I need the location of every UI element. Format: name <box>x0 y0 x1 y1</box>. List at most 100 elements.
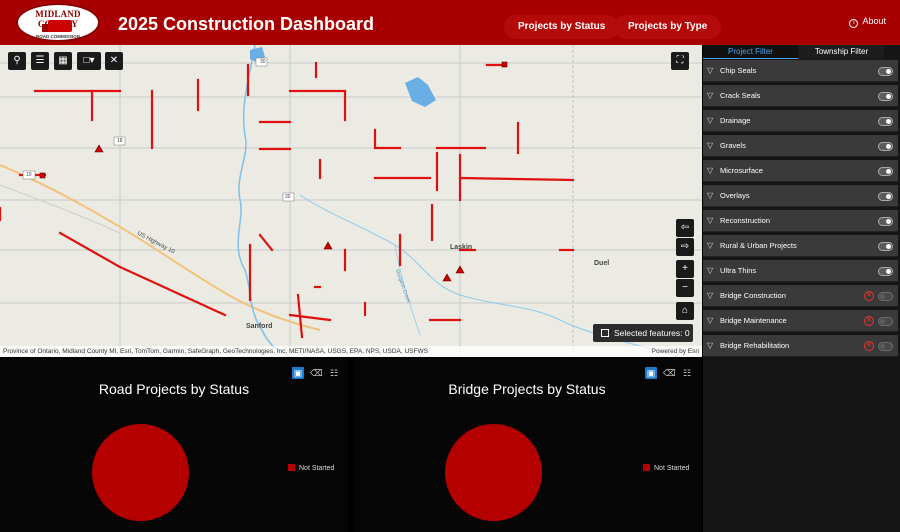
filter-row[interactable]: ▽ Ultra Thins <box>703 260 898 282</box>
clear-selection-icon[interactable]: ✕ <box>105 52 123 70</box>
filter-toggle[interactable] <box>878 117 893 126</box>
filter-toggle[interactable] <box>878 267 893 276</box>
about-button[interactable]: i About <box>849 16 886 28</box>
filter-label: Drainage <box>720 116 751 125</box>
legend-label: Not Started <box>654 465 690 472</box>
layers-icon[interactable]: ☰ <box>31 52 49 70</box>
selection-icon <box>601 329 609 337</box>
select-tool-icon[interactable]: □▾ <box>77 52 101 70</box>
filter-label: Gravels <box>720 141 746 150</box>
selected-features-button[interactable]: Selected features: 0 <box>593 324 693 342</box>
filter-icon: ▽ <box>707 91 714 100</box>
info-icon: i <box>849 19 859 28</box>
filter-label: Chip Seals <box>720 66 757 75</box>
filter-row[interactable]: ▽ Chip Seals <box>703 60 898 82</box>
filter-icon: ▽ <box>707 266 714 275</box>
zoom-in-button[interactable]: + <box>676 260 694 278</box>
filter-row[interactable]: ▽ Drainage <box>703 110 898 132</box>
filter-toggle[interactable] <box>878 342 893 351</box>
road-projects-chart: ▣ ⌫ ☷ Road Projects by Status Not Started <box>0 358 348 532</box>
filter-toggle[interactable] <box>878 167 893 176</box>
more-options-icon[interactable]: ☷ <box>681 367 693 379</box>
app-header: MIDLAND COUNTY ROAD COMMISSION 2025 Cons… <box>0 0 900 45</box>
filter-icon: ▽ <box>707 316 714 325</box>
attribution-text: Province of Ontario, Midland County MI, … <box>3 348 428 355</box>
filter-toggle[interactable] <box>878 292 893 301</box>
legend-label: Not Started <box>299 465 335 472</box>
filter-by-extent-icon[interactable]: ▣ <box>292 367 304 379</box>
filter-label: Overlays <box>720 191 750 200</box>
powered-by-esri[interactable]: Powered by Esri <box>652 346 699 357</box>
chart-toolbar: ▣ ⌫ ☷ <box>639 363 693 379</box>
filter-tabs: Project Filter Township Filter <box>703 45 900 59</box>
filter-row[interactable]: ▽ Microsurface <box>703 160 898 182</box>
filter-by-extent-icon[interactable]: ▣ <box>645 367 657 379</box>
chart-toolbar: ▣ ⌫ ☷ <box>286 363 340 379</box>
projects-by-status-button[interactable]: Projects by Status <box>504 15 620 39</box>
more-options-icon[interactable]: ☷ <box>328 367 340 379</box>
search-icon[interactable]: ⚲ <box>8 52 26 70</box>
filter-label: Crack Seals <box>720 91 761 100</box>
next-extent-icon[interactable]: ⇨ <box>676 238 694 256</box>
tab-township-filter[interactable]: Township Filter <box>799 45 884 59</box>
home-icon[interactable]: ⌂ <box>676 302 694 320</box>
filter-toggle[interactable] <box>878 142 893 151</box>
route-shield-30-north: 30 <box>260 59 266 65</box>
page-title: 2025 Construction Dashboard <box>118 14 375 34</box>
tab-project-filter[interactable]: Project Filter <box>703 45 798 59</box>
filter-row[interactable]: ▽ Rural & Urban Projects <box>703 235 898 257</box>
clear-filter-icon[interactable]: ⌫ <box>310 367 323 379</box>
basemap-gallery-icon[interactable]: ▦ <box>54 52 72 70</box>
route-shield-30-south: 30 <box>285 194 291 200</box>
filter-label: Reconstruction <box>720 216 771 225</box>
clear-filter-icon[interactable]: ⌫ <box>663 367 676 379</box>
chart-legend: Not Started <box>643 464 689 472</box>
filter-toggle[interactable] <box>878 217 893 226</box>
filter-icon: ▽ <box>707 191 714 200</box>
filter-row[interactable]: ▽ Crack Seals <box>703 85 898 107</box>
filter-label: Microsurface <box>720 166 763 175</box>
previous-extent-icon[interactable]: ⇦ <box>676 219 694 237</box>
map-attribution: Province of Ontario, Midland County MI, … <box>0 346 702 357</box>
filter-label: Bridge Rehabilitation <box>720 341 790 350</box>
map-view[interactable]: 30 18 30 10 US Highway 10 Sturgeon Creek… <box>0 45 702 357</box>
filter-row[interactable]: ▽ Bridge Rehabilitation ✕ <box>703 335 898 357</box>
legend-swatch <box>643 464 650 471</box>
filter-icon: ▽ <box>707 241 714 250</box>
error-icon: ✕ <box>864 341 874 351</box>
filter-toggle[interactable] <box>878 192 893 201</box>
filter-sidebar: Project Filter Township Filter ▽ Chip Sea… <box>703 45 900 532</box>
filter-label: Rural & Urban Projects <box>720 241 797 250</box>
filter-label: Bridge Construction <box>720 291 786 300</box>
filter-row[interactable]: ▽ Bridge Construction ✕ <box>703 285 898 307</box>
pie-slice-not-started[interactable] <box>92 424 189 521</box>
filter-icon: ▽ <box>707 116 714 125</box>
filter-toggle[interactable] <box>878 92 893 101</box>
filter-row[interactable]: ▽ Bridge Maintenance ✕ <box>703 310 898 332</box>
place-label-duel: Duel <box>594 260 610 267</box>
filter-toggle[interactable] <box>878 67 893 76</box>
projects-by-type-button[interactable]: Projects by Type <box>614 15 722 39</box>
selected-features-label: Selected features: 0 <box>614 328 690 338</box>
error-icon: ✕ <box>864 316 874 326</box>
filter-row[interactable]: ▽ Gravels <box>703 135 898 157</box>
zoom-out-button[interactable]: − <box>676 279 694 297</box>
logo-bottom-text: ROAD COMMISSION <box>35 34 80 39</box>
place-label-sanford: Sanford <box>246 323 273 330</box>
pie-slice-not-started[interactable] <box>445 424 542 521</box>
logo-truck-icon <box>48 20 72 32</box>
county-logo: MIDLAND COUNTY ROAD COMMISSION <box>16 3 100 42</box>
place-label-laskin: Laskin <box>450 244 473 251</box>
route-shield-10: 10 <box>26 172 32 178</box>
filter-icon: ▽ <box>707 166 714 175</box>
filter-row[interactable]: ▽ Overlays <box>703 185 898 207</box>
filter-label: Ultra Thins <box>720 266 757 275</box>
fullscreen-icon[interactable]: ⛶ <box>671 52 689 70</box>
filter-icon: ▽ <box>707 291 714 300</box>
chart-title: Road Projects by Status <box>98 381 250 397</box>
map-canvas <box>0 45 702 357</box>
filter-toggle[interactable] <box>878 317 893 326</box>
bridge-projects-chart: ▣ ⌫ ☷ Bridge Projects by Status Not Starte… <box>353 358 701 532</box>
filter-row[interactable]: ▽ Reconstruction <box>703 210 898 232</box>
filter-toggle[interactable] <box>878 242 893 251</box>
